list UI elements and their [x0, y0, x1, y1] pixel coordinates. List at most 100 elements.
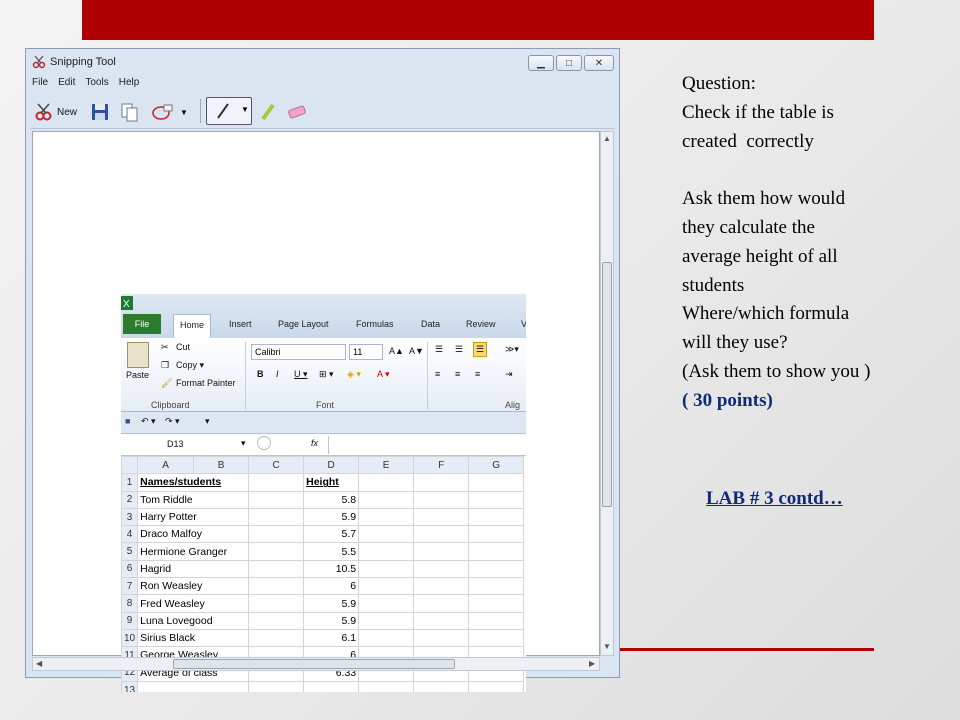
cell-student-name[interactable]: Hagrid [137, 559, 250, 579]
copy-ribbon-button[interactable]: Copy ▾ [176, 360, 204, 371]
cell-student-name[interactable]: Draco Malfoy [137, 525, 250, 544]
cell[interactable] [358, 473, 415, 492]
cell[interactable] [248, 559, 305, 579]
shrink-font-button[interactable]: A▼ [409, 346, 424, 356]
format-painter-button[interactable]: Format Painter [176, 378, 236, 388]
cell-student-name[interactable]: Ron Weasley [137, 577, 250, 596]
cell[interactable] [413, 577, 470, 596]
cell[interactable] [248, 473, 305, 492]
cell[interactable] [468, 559, 525, 579]
cell[interactable] [358, 542, 415, 561]
undo-icon[interactable]: ↶ ▾ [141, 416, 156, 427]
name-box-dropdown-icon[interactable]: ▾ [241, 438, 246, 449]
cell-height-value[interactable]: 5.7 [303, 525, 360, 544]
column-header-f[interactable]: F [413, 455, 470, 475]
cell-height-value[interactable]: 6 [303, 577, 360, 596]
row-header[interactable]: 13 [121, 680, 139, 692]
cell[interactable] [468, 507, 525, 527]
cell[interactable] [248, 525, 305, 544]
column-header-e[interactable]: E [358, 455, 415, 475]
cell[interactable] [248, 628, 305, 648]
column-header-b[interactable]: B [193, 455, 250, 475]
cell-student-name[interactable]: Luna Lovegood [137, 611, 250, 630]
scroll-up-icon[interactable]: ▲ [603, 134, 611, 143]
cell-student-name[interactable]: Hermione Granger [137, 542, 250, 561]
cell-student-name[interactable]: Harry Potter [137, 507, 250, 527]
align-middle-icon[interactable]: ☰ [455, 344, 463, 355]
cell[interactable] [468, 628, 525, 648]
cell-height-value[interactable] [303, 680, 360, 692]
font-name-select[interactable]: Calibri [251, 344, 346, 360]
cell[interactable] [358, 559, 415, 579]
align-bottom-icon[interactable]: ☰ [473, 342, 488, 357]
cell-student-name[interactable]: Sirius Black [137, 628, 250, 648]
row-header[interactable]: 1 [121, 473, 139, 492]
font-size-select[interactable]: 11 [349, 344, 383, 360]
row-header[interactable]: 4 [121, 525, 139, 544]
tab-view[interactable]: V [521, 319, 526, 329]
menu-tools[interactable]: Tools [85, 77, 108, 93]
cell[interactable] [248, 507, 305, 527]
cell[interactable] [248, 577, 305, 596]
pen-button[interactable]: ▼ [206, 97, 252, 125]
cell[interactable] [358, 628, 415, 648]
tab-home[interactable]: Home [173, 314, 212, 338]
cell[interactable] [413, 559, 470, 579]
font-color-icon[interactable]: A ▾ [377, 369, 390, 380]
cell[interactable] [468, 473, 525, 492]
column-header-c[interactable]: C [248, 455, 305, 475]
cell[interactable] [358, 577, 415, 596]
highlighter-button[interactable] [258, 101, 278, 123]
scroll-down-icon[interactable]: ▼ [603, 642, 611, 651]
cell-height-value[interactable]: 5.9 [303, 611, 360, 630]
tab-formulas[interactable]: Formulas [356, 319, 394, 329]
send-snip-button[interactable]: ▼ [150, 101, 188, 123]
cell[interactable] [413, 542, 470, 561]
grow-font-button[interactable]: A▲ [389, 346, 404, 356]
cell[interactable] [248, 680, 305, 692]
copy-button[interactable] [120, 101, 140, 123]
tab-review[interactable]: Review [466, 319, 496, 329]
cell-height-value[interactable]: 10.5 [303, 559, 360, 579]
cell-student-name[interactable]: Fred Weasley [137, 594, 250, 613]
cell[interactable] [358, 490, 415, 509]
bold-button[interactable]: B [257, 369, 264, 379]
cell-student-name[interactable]: Tom Riddle [137, 490, 250, 509]
cell[interactable] [248, 594, 305, 613]
cell[interactable] [248, 611, 305, 630]
cell[interactable] [358, 680, 415, 692]
borders-icon[interactable]: ⊞ ▾ [319, 369, 334, 380]
maximize-button[interactable]: □ [556, 55, 582, 71]
cell[interactable] [413, 473, 470, 492]
vertical-scroll-thumb[interactable] [602, 262, 612, 507]
cell-height-value[interactable]: 6.1 [303, 628, 360, 648]
cell[interactable] [248, 490, 305, 509]
cell[interactable] [358, 507, 415, 527]
cell[interactable] [413, 507, 470, 527]
scroll-right-icon[interactable]: ▶ [589, 659, 595, 668]
fill-color-icon[interactable]: ◈ ▾ [347, 369, 361, 380]
cell[interactable] [468, 542, 525, 561]
cell[interactable] [468, 680, 525, 692]
cell-height-value[interactable]: 5.9 [303, 594, 360, 613]
cell[interactable] [413, 490, 470, 509]
indent-icon[interactable]: ⇥ [505, 369, 513, 380]
italic-button[interactable]: I [276, 369, 279, 379]
cell[interactable] [468, 611, 525, 630]
column-header-d[interactable]: D [303, 455, 360, 475]
cell[interactable] [468, 577, 525, 596]
redo-icon[interactable]: ↷ ▾ [165, 416, 180, 427]
cell[interactable] [358, 611, 415, 630]
scroll-left-icon[interactable]: ◀ [36, 659, 42, 668]
row-header[interactable]: 5 [121, 542, 139, 561]
align-center-icon[interactable]: ≡ [455, 369, 460, 379]
customize-qat-icon[interactable]: ▾ [205, 416, 210, 427]
cell[interactable] [413, 525, 470, 544]
align-right-icon[interactable]: ≡ [475, 369, 480, 379]
cell[interactable] [468, 594, 525, 613]
cell-height-header[interactable]: Height [303, 473, 360, 492]
row-header[interactable]: 10 [121, 628, 139, 648]
horizontal-scroll-thumb[interactable] [173, 659, 455, 669]
vertical-scrollbar[interactable]: ▲ ▼ [600, 131, 614, 656]
save-button[interactable] [90, 101, 110, 123]
